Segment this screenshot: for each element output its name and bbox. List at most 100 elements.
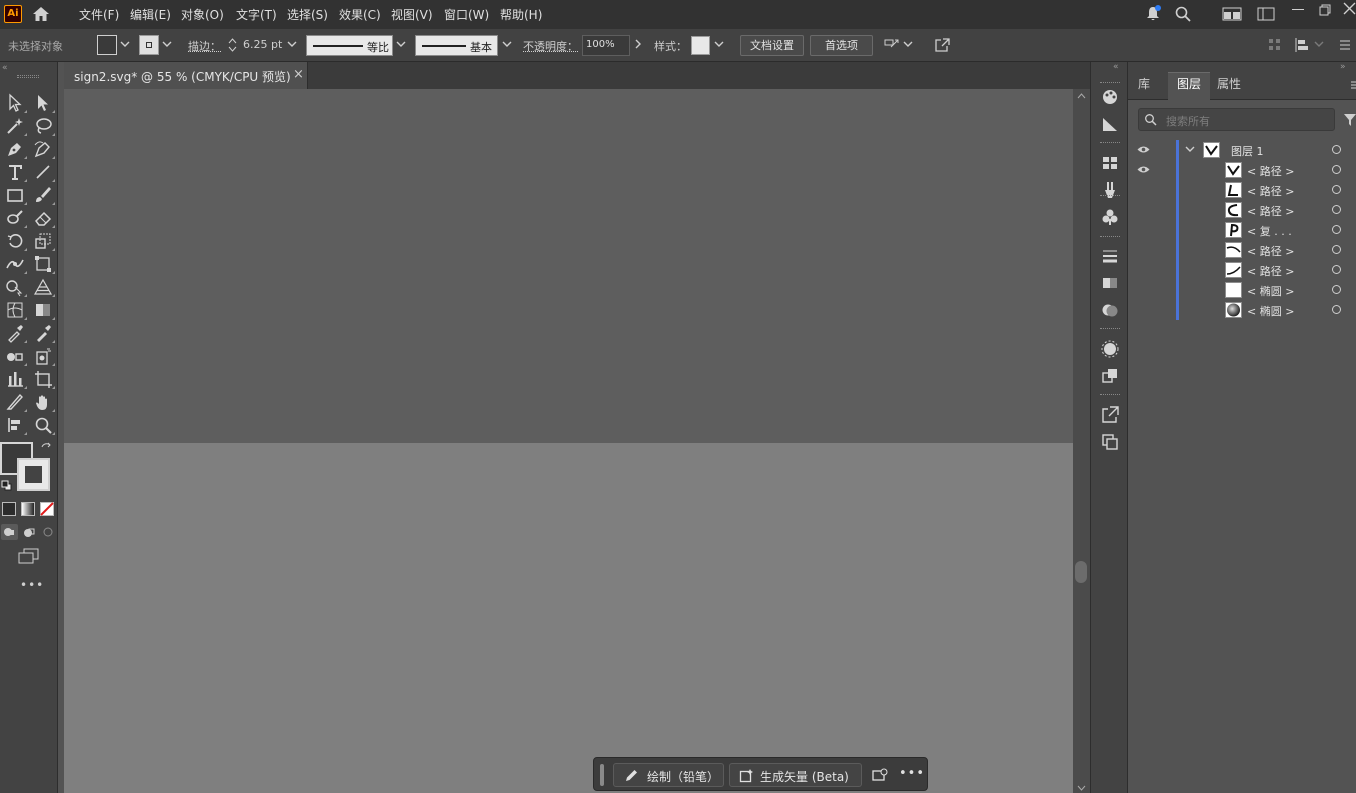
appearance-panel-icon[interactable]	[1100, 339, 1120, 359]
target-circle-icon[interactable]	[1332, 285, 1341, 294]
column-graph-tool-icon[interactable]	[4, 369, 26, 389]
layer-row[interactable]: < 椭圆 >	[1134, 300, 1356, 320]
drag-handle[interactable]	[600, 764, 604, 786]
swap-colors-icon[interactable]	[40, 442, 52, 454]
artboards-panel-icon[interactable]	[1100, 432, 1120, 452]
scroll-down-icon[interactable]	[1077, 785, 1086, 791]
menu-view[interactable]: 视图(V)	[391, 6, 433, 23]
dock-group-grip[interactable]	[1100, 236, 1120, 239]
transparency-panel-icon[interactable]	[1100, 300, 1120, 320]
shaper-tool-icon[interactable]	[4, 208, 26, 228]
dock-group-grip[interactable]	[1100, 195, 1120, 198]
chevron-down-icon[interactable]	[903, 39, 913, 49]
collapse-dock-icon[interactable]: «	[1113, 62, 1119, 72]
target-circle-icon[interactable]	[1332, 265, 1341, 274]
graphic-style-swatch[interactable]	[691, 36, 710, 55]
change-screen-mode-icon[interactable]	[18, 548, 40, 564]
dock-group-grip[interactable]	[1100, 142, 1120, 145]
scroll-up-icon[interactable]	[1077, 93, 1086, 99]
draw-inside-icon[interactable]	[42, 526, 54, 538]
target-circle-icon[interactable]	[1332, 145, 1341, 154]
opacity-label[interactable]: 不透明度：	[523, 38, 578, 54]
close-window-icon[interactable]	[1343, 2, 1356, 15]
search-icon[interactable]	[1174, 5, 1192, 23]
none-mode-icon[interactable]	[40, 502, 54, 516]
layer-item-label[interactable]: < 路径 >	[1247, 183, 1294, 199]
toolbar-grip[interactable]	[17, 75, 39, 78]
line-segment-tool-icon[interactable]	[32, 162, 54, 182]
mesh-tool-icon[interactable]	[4, 300, 26, 320]
restore-icon[interactable]	[1319, 4, 1331, 16]
menu-select[interactable]: 选择(S)	[287, 6, 328, 23]
stroke-swatch[interactable]	[139, 35, 159, 55]
chevron-down-icon[interactable]	[714, 39, 724, 49]
eraser-tool-icon[interactable]	[32, 208, 54, 228]
notification-bell-icon[interactable]	[1144, 5, 1162, 23]
eye-icon[interactable]	[1137, 145, 1150, 154]
opacity-input[interactable]: 100%	[582, 35, 630, 56]
fill-swatch[interactable]	[97, 35, 117, 55]
layer-item-label[interactable]: < 椭圆 >	[1247, 283, 1294, 299]
dock-group-grip[interactable]	[1100, 394, 1120, 397]
default-colors-icon[interactable]	[1, 480, 12, 491]
document-setup-button[interactable]: 文档设置	[740, 35, 804, 56]
pen-tool-icon[interactable]	[4, 139, 26, 159]
magic-wand-tool-icon[interactable]	[4, 116, 26, 136]
layer-item-label[interactable]: < 路径 >	[1247, 163, 1294, 179]
pasteboard[interactable]	[64, 89, 1073, 443]
chevron-down-icon[interactable]	[1314, 39, 1324, 49]
layer-item-label[interactable]: < 复 . . .	[1247, 223, 1292, 239]
menu-window[interactable]: 窗口(W)	[444, 6, 489, 23]
slice-tool-icon[interactable]	[4, 392, 26, 412]
layer-row[interactable]: < 路径 >	[1134, 200, 1356, 220]
chevron-right-icon[interactable]	[634, 39, 642, 49]
target-circle-icon[interactable]	[1332, 205, 1341, 214]
layer-name[interactable]: 图层 1	[1231, 143, 1264, 159]
scale-tool-icon[interactable]	[32, 231, 54, 251]
target-circle-icon[interactable]	[1332, 225, 1341, 234]
align-icon[interactable]	[1268, 38, 1282, 52]
gradient-mode-icon[interactable]	[21, 502, 35, 516]
color-guide-icon[interactable]	[1100, 114, 1120, 134]
rotate-tool-icon[interactable]	[4, 231, 26, 251]
distribute-icon[interactable]	[1294, 37, 1310, 53]
chevron-down-icon[interactable]	[502, 39, 512, 49]
layer-item-label[interactable]: < 路径 >	[1247, 203, 1294, 219]
menu-object[interactable]: 对象(O)	[181, 6, 224, 23]
close-tab-icon[interactable]: ×	[293, 67, 304, 82]
color-panel-icon[interactable]	[1100, 87, 1120, 107]
target-circle-icon[interactable]	[1332, 165, 1341, 174]
color-mode-icon[interactable]	[2, 502, 16, 516]
expand-panel-icon[interactable]: »	[1340, 62, 1346, 72]
layer-row[interactable]: < 路径 >	[1134, 160, 1356, 180]
paintbrush-tool-icon[interactable]	[32, 185, 54, 205]
layer-item-label[interactable]: < 路径 >	[1247, 263, 1294, 279]
eye-icon[interactable]	[1137, 165, 1150, 174]
document-tab[interactable]: sign2.svg* @ 55 % (CMYK/CPU 预览) ×	[64, 62, 308, 89]
tab-libraries[interactable]: 库	[1138, 75, 1150, 92]
graphic-styles-icon[interactable]	[1100, 366, 1120, 386]
target-circle-icon[interactable]	[1332, 185, 1341, 194]
dock-group-grip[interactable]	[1100, 82, 1120, 85]
chevron-down-icon[interactable]	[396, 39, 406, 49]
share-export-icon[interactable]	[934, 37, 951, 53]
draw-behind-icon[interactable]	[22, 524, 36, 540]
chevron-down-icon[interactable]	[120, 39, 130, 49]
chevron-down-icon[interactable]	[287, 39, 297, 49]
menu-help[interactable]: 帮助(H)	[500, 6, 542, 23]
rectangle-tool-icon[interactable]	[4, 185, 26, 205]
panel-menu-icon[interactable]	[1339, 39, 1351, 51]
menu-edit[interactable]: 编辑(E)	[130, 6, 171, 23]
curvature-tool-icon[interactable]	[32, 139, 54, 159]
image-trace-icon[interactable]	[872, 768, 888, 782]
lasso-tool-icon[interactable]	[32, 116, 54, 136]
brush-dropdown[interactable]: 基本	[415, 35, 498, 56]
gradient-tool-icon[interactable]	[32, 300, 54, 320]
panel-menu-icon[interactable]	[1350, 80, 1356, 90]
zoom-tool-icon[interactable]	[32, 415, 54, 435]
layer-row[interactable]: < 路径 >	[1134, 240, 1356, 260]
stroke-color-swatch[interactable]	[17, 458, 50, 491]
measure-tool-icon[interactable]	[32, 323, 54, 343]
generate-vector-button[interactable]: 生成矢量 (Beta)	[729, 763, 862, 787]
vertical-scrollbar[interactable]	[1073, 89, 1090, 793]
